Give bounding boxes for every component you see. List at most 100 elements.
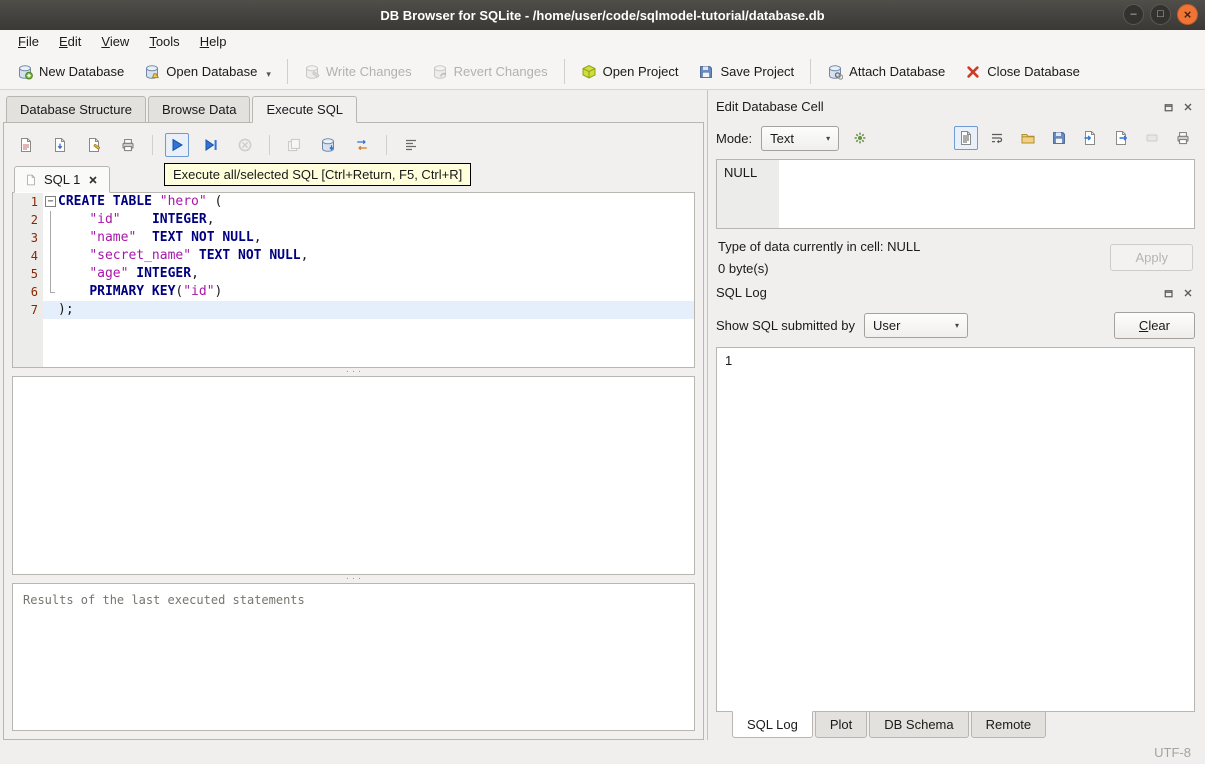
execute-all-icon[interactable] (165, 133, 189, 157)
line-number: 7 (30, 303, 38, 317)
attach-database-icon (827, 64, 844, 80)
print-sql-icon[interactable] (116, 133, 140, 157)
fold-marker (43, 301, 58, 319)
export-cell-icon[interactable] (1109, 126, 1133, 150)
tab-db-schema[interactable]: DB Schema (869, 711, 969, 738)
main-tabbar: Database Structure Browse Data Execute SQL (3, 94, 704, 123)
log-filter-combo[interactable]: User ▾ (863, 312, 968, 338)
mode-combo[interactable]: Text ▾ (761, 125, 840, 151)
open-sql-file-icon[interactable] (14, 133, 38, 157)
revert-changes-icon (432, 64, 448, 80)
clear-log-button[interactable]: Clear (1113, 311, 1195, 339)
close-panel-icon[interactable] (1181, 286, 1195, 300)
revert-changes-label: Revert Changes (453, 64, 548, 79)
tab-sql-log[interactable]: SQL Log (732, 711, 813, 738)
mode-label: Mode: (716, 130, 753, 146)
log-filter-value: User (872, 317, 901, 333)
sql-log-dock-icons (1162, 286, 1195, 300)
line-number: 3 (30, 231, 38, 245)
open-project-button[interactable]: Open Project (572, 59, 688, 85)
tab-close-icon[interactable] (87, 174, 99, 186)
fold-marker (43, 247, 58, 265)
sql-editor[interactable]: 1− CREATE TABLE "hero" (2 "id" INTEGER, 3 … (12, 192, 695, 368)
chevron-down-icon: ▾ (954, 320, 959, 330)
float-panel-icon[interactable] (1162, 286, 1176, 300)
attach-database-button[interactable]: Attach Database (818, 59, 954, 85)
save-results-icon[interactable] (316, 133, 340, 157)
apply-button[interactable]: Apply (1110, 244, 1193, 271)
tab-sql-1[interactable]: SQL 1 (14, 166, 111, 193)
left-pane: Database Structure Browse Data Execute SQL… (0, 90, 707, 740)
tab-plot[interactable]: Plot (814, 711, 868, 738)
toolbar-separator (152, 135, 153, 155)
minimize-button[interactable]: – (1123, 4, 1144, 25)
fold-marker (43, 229, 58, 247)
titlebar: DB Browser for SQLite - /home/user/code/… (0, 0, 1205, 30)
tab-remote[interactable]: Remote (970, 711, 1047, 738)
find-replace-icon[interactable] (350, 133, 374, 157)
auto-format-icon[interactable] (848, 126, 872, 150)
open-cell-file-icon[interactable] (1016, 126, 1040, 150)
revert-changes-button: Revert Changes (423, 59, 557, 85)
tab-browse-data[interactable]: Browse Data (148, 96, 251, 123)
code-text: "name" TEXT NOT NULL, (89, 230, 262, 245)
save-cell-file-icon[interactable] (1047, 126, 1071, 150)
float-panel-icon[interactable] (1162, 100, 1176, 114)
menu-view[interactable]: View (91, 30, 139, 54)
menu-help[interactable]: Help (190, 30, 237, 54)
dropdown-arrow-icon[interactable]: ▾ (266, 69, 271, 80)
results-grid[interactable] (12, 376, 695, 575)
line-number: 6 (30, 285, 38, 299)
new-database-button[interactable]: New Database (8, 59, 133, 85)
cell-mode-row: Mode: Text ▾ (716, 117, 1195, 159)
maximize-button[interactable]: □ (1150, 4, 1171, 25)
sql-log-header: SQL Log (716, 282, 1195, 303)
message-area: Results of the last executed statements (12, 583, 695, 731)
sql-toolbar (12, 129, 695, 165)
fold-marker (43, 283, 58, 301)
results-message-splitter[interactable] (12, 575, 695, 583)
close-panel-icon[interactable] (1181, 100, 1195, 114)
main-area: Database Structure Browse Data Execute SQL… (0, 90, 1205, 740)
tab-execute-sql[interactable]: Execute SQL (252, 96, 358, 123)
save-project-button[interactable]: Save Project (689, 59, 803, 85)
new-database-icon (17, 64, 33, 80)
word-wrap-icon[interactable] (985, 126, 1009, 150)
fold-collapse-icon[interactable]: − (45, 196, 56, 207)
right-pane: Edit Database Cell Mode: Text ▾ NULL Typ… (707, 90, 1205, 740)
open-database-button[interactable]: Open Database ▾ (135, 59, 280, 85)
close-database-button[interactable]: Close Database (956, 59, 1089, 85)
cell-editor[interactable]: NULL (716, 159, 1195, 229)
menu-file[interactable]: File (8, 30, 49, 54)
text-mode-icon[interactable] (954, 126, 978, 150)
menu-edit[interactable]: Edit (49, 30, 91, 54)
format-sql-icon[interactable] (399, 133, 423, 157)
main-toolbar: New Database Open Database ▾ Write Changes R… (0, 54, 1205, 90)
toolbar-separator (563, 59, 565, 84)
save-sql-file-icon[interactable] (48, 133, 72, 157)
fold-marker (43, 211, 58, 229)
editor-line: 3 "name" TEXT NOT NULL, (13, 229, 694, 247)
execute-current-line-icon[interactable] (199, 133, 223, 157)
window-title: DB Browser for SQLite - /home/user/code/… (380, 7, 825, 23)
save-sql-as-icon[interactable] (82, 133, 106, 157)
menu-tools[interactable]: Tools (139, 30, 189, 54)
sql-file-icon (25, 174, 37, 186)
sql-log-area[interactable]: 1 (716, 347, 1195, 712)
close-button[interactable]: × (1177, 4, 1198, 25)
editor-results-splitter[interactable] (12, 368, 695, 376)
print-cell-icon[interactable] (1171, 126, 1195, 150)
editor-line: 2 "id" INTEGER, (13, 211, 694, 229)
editor-line: 5 "age" INTEGER, (13, 265, 694, 283)
fold-marker[interactable]: − (43, 193, 58, 211)
import-cell-icon[interactable] (1078, 126, 1102, 150)
write-changes-icon (304, 64, 320, 80)
log-filter-label: Show SQL submitted by (716, 317, 855, 333)
open-database-icon (144, 64, 160, 80)
editor-line: 1− CREATE TABLE "hero" ( (13, 193, 694, 211)
save-project-icon (698, 64, 714, 80)
app-window: DB Browser for SQLite - /home/user/code/… (0, 0, 1205, 764)
code-text: CREATE TABLE "hero" ( (58, 194, 223, 209)
tab-database-structure[interactable]: Database Structure (6, 96, 147, 123)
set-null-icon (1140, 126, 1164, 150)
